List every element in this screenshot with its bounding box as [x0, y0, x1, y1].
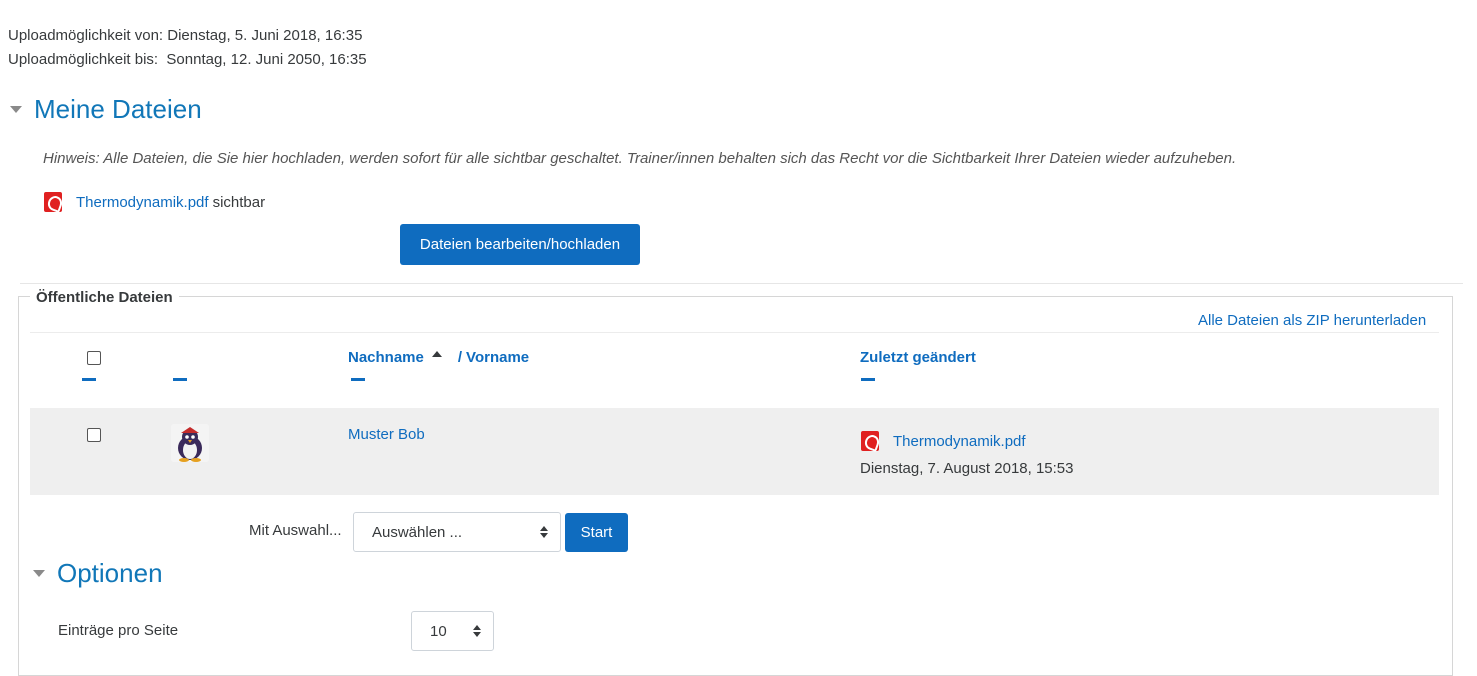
- row-file-entry: Thermodynamik.pdf: [861, 431, 1026, 451]
- upload-from-value: Dienstag, 5. Juni 2018, 16:35: [167, 27, 363, 44]
- sort-modified-link[interactable]: Zuletzt geändert: [860, 349, 976, 366]
- upload-from-line: Uploadmöglichkeit von: Dienstag, 5. Juni…: [8, 27, 362, 44]
- table-top-border: [30, 332, 1439, 333]
- table-row: [30, 408, 1439, 495]
- sort-lastname-link[interactable]: Nachname: [348, 349, 424, 366]
- my-files-title[interactable]: Meine Dateien: [34, 94, 202, 125]
- row-modified-date: Dienstag, 7. August 2018, 15:53: [860, 460, 1074, 477]
- pdf-icon: [44, 192, 62, 212]
- column-collapse-dash[interactable]: [82, 378, 96, 381]
- column-collapse-dash[interactable]: [861, 378, 875, 381]
- start-button[interactable]: Start: [565, 513, 628, 552]
- column-collapse-dash[interactable]: [173, 378, 187, 381]
- edit-upload-files-button[interactable]: Dateien bearbeiten/hochladen: [400, 224, 640, 265]
- public-files-legend: Öffentliche Dateien: [30, 289, 179, 306]
- with-selection-label: Mit Auswahl...: [249, 522, 342, 539]
- row-file-link[interactable]: Thermodynamik.pdf: [893, 433, 1026, 450]
- triangle-down-icon[interactable]: [33, 570, 45, 577]
- bulk-action-select[interactable]: Auswählen ...: [353, 512, 561, 552]
- upload-hint: Hinweis: Alle Dateien, die Sie hier hoch…: [43, 150, 1237, 167]
- select-all-checkbox[interactable]: [87, 351, 101, 365]
- options-header[interactable]: Optionen: [33, 558, 163, 589]
- name-column-header: Nachname / Vorname: [348, 349, 529, 366]
- penguin-avatar-icon: [171, 424, 209, 462]
- updown-arrows-icon: [540, 526, 548, 538]
- triangle-down-icon[interactable]: [10, 106, 22, 113]
- divider: [20, 283, 1463, 284]
- upload-to-value: Sonntag, 12. Juni 2050, 16:35: [166, 51, 367, 68]
- row-select-checkbox[interactable]: [87, 428, 101, 442]
- per-page-label: Einträge pro Seite: [58, 622, 179, 639]
- column-collapse-dash[interactable]: [351, 378, 365, 381]
- per-page-select[interactable]: 10: [411, 611, 494, 651]
- upload-to-label: Uploadmöglichkeit bis:: [8, 51, 159, 68]
- pdf-icon: [861, 431, 879, 451]
- download-all-zip-link[interactable]: Alle Dateien als ZIP herunterladen: [1198, 312, 1426, 329]
- my-file-status: sichtbar: [212, 193, 266, 211]
- sort-ascending-icon: [431, 350, 442, 357]
- upload-to-line: Uploadmöglichkeit bis: Sonntag, 12. Juni…: [8, 51, 367, 68]
- per-page-select-value: 10: [430, 622, 447, 640]
- options-title[interactable]: Optionen: [57, 558, 163, 589]
- name-separator: /: [457, 349, 463, 366]
- bulk-action-select-value: Auswählen ...: [372, 523, 463, 541]
- upload-from-label: Uploadmöglichkeit von:: [8, 27, 164, 44]
- user-name-link[interactable]: Muster Bob: [348, 426, 425, 443]
- my-files-header[interactable]: Meine Dateien: [10, 94, 202, 125]
- updown-arrows-icon: [473, 625, 481, 637]
- my-file-entry: Thermodynamik.pdf sichtbar: [44, 192, 265, 212]
- sort-firstname-link[interactable]: Vorname: [466, 349, 529, 366]
- avatar[interactable]: [171, 424, 209, 462]
- my-file-link[interactable]: Thermodynamik.pdf: [76, 194, 209, 211]
